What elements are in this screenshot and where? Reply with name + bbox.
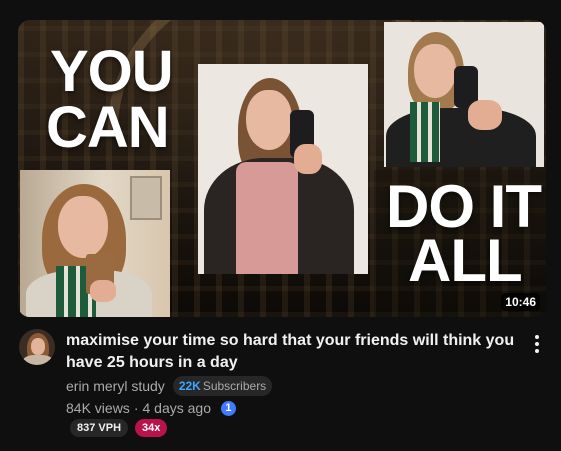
info-count-icon[interactable]: 1 xyxy=(220,400,236,416)
more-vert-icon[interactable] xyxy=(530,333,544,355)
upload-age: 4 days ago xyxy=(142,400,211,416)
view-count: 84K views xyxy=(66,400,130,416)
multiplier-badge: 34x xyxy=(135,419,168,437)
thumbnail-photo-coffee xyxy=(20,170,170,317)
thumbnail-text-you: YOU xyxy=(50,39,174,104)
video-title[interactable]: maximise your time so hard that your fri… xyxy=(66,330,522,374)
stats-badges: 837 VPH 34x xyxy=(70,419,168,437)
thumbnail-photo-mirror-selfie xyxy=(198,64,368,274)
vph-badge: 837 VPH xyxy=(70,419,129,437)
channel-row: erin meryl study 22K Subscribers xyxy=(66,376,273,396)
thumbnail-photo-scarf-selfie xyxy=(384,22,544,167)
thumbnail-text-can: CAN xyxy=(46,95,170,160)
video-duration: 10:46 xyxy=(501,293,540,311)
subscriber-count: 22K xyxy=(178,379,201,393)
video-meta: 84K views · 4 days ago 1 xyxy=(66,398,236,418)
channel-avatar[interactable] xyxy=(19,329,55,365)
thumbnail-text-all: ALL xyxy=(408,227,523,294)
video-thumbnail[interactable]: YOU CAN DO IT ALL 10:46 xyxy=(18,20,546,317)
subscriber-label: Subscribers xyxy=(202,379,267,393)
video-card[interactable]: YOU CAN DO IT ALL 10:46 maximise your ti… xyxy=(0,0,561,451)
channel-name[interactable]: erin meryl study xyxy=(66,378,165,394)
subscriber-pill: 22K Subscribers xyxy=(172,376,273,396)
meta-separator: · xyxy=(133,400,139,416)
